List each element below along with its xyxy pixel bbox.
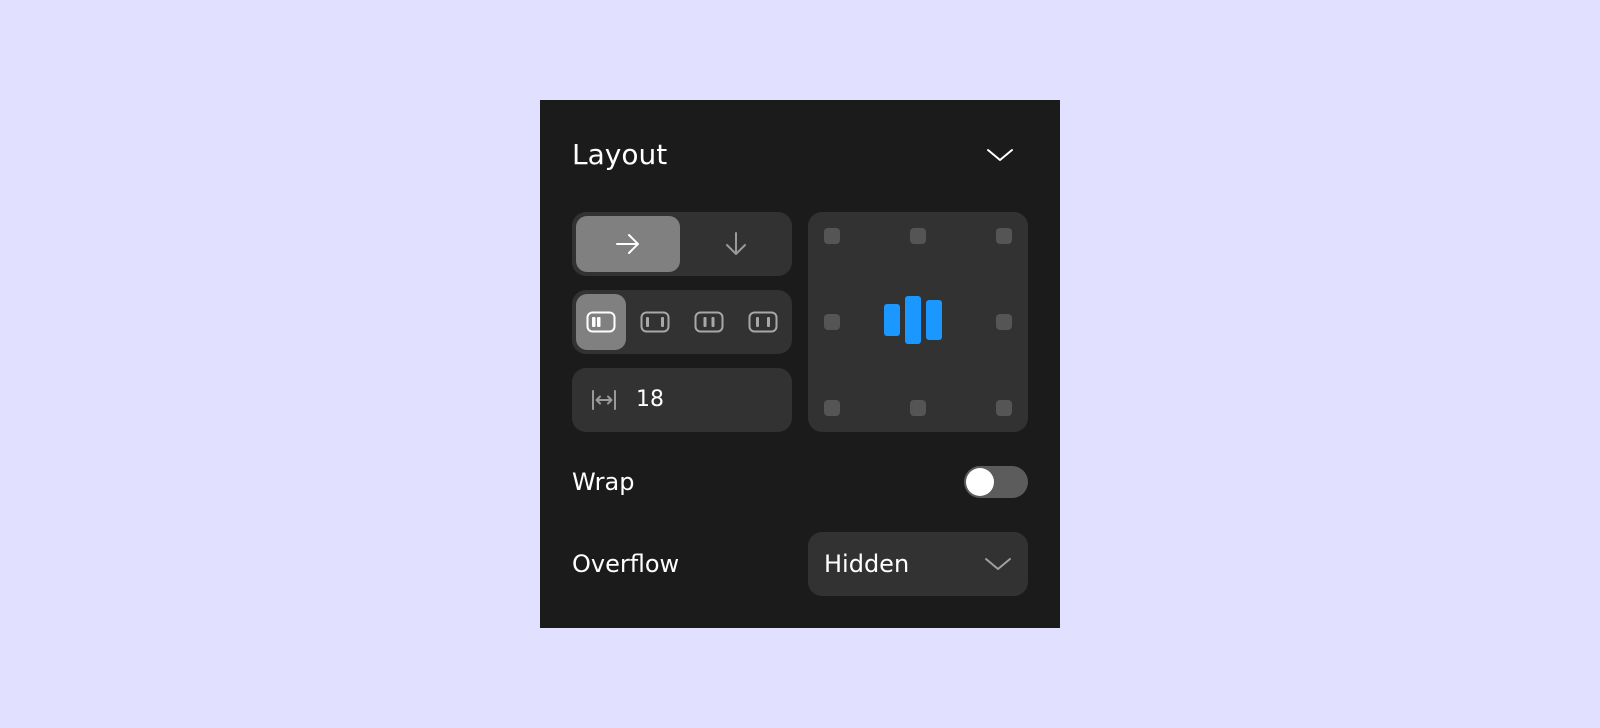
panel-title: Layout xyxy=(572,138,668,171)
align-middle-left[interactable] xyxy=(824,314,840,330)
justify-start-button[interactable] xyxy=(576,294,626,350)
justify-center-icon xyxy=(640,311,670,333)
align-middle-right[interactable] xyxy=(996,314,1012,330)
align-top-center[interactable] xyxy=(910,228,926,244)
justify-start-icon xyxy=(586,311,616,333)
justify-space-between-button[interactable] xyxy=(684,294,734,350)
collapse-button[interactable] xyxy=(984,140,1016,170)
align-bottom-center[interactable] xyxy=(910,400,926,416)
direction-horizontal-button[interactable] xyxy=(576,216,680,272)
direction-segmented-control xyxy=(572,212,792,276)
align-top-left[interactable] xyxy=(824,228,840,244)
arrow-down-icon xyxy=(726,232,746,255)
align-preview-bar xyxy=(905,296,921,344)
toggle-knob xyxy=(966,468,994,496)
gap-input[interactable]: 18 xyxy=(572,368,792,432)
align-preview-bar xyxy=(884,304,900,336)
overflow-value: Hidden xyxy=(824,550,910,578)
chevron-down-icon xyxy=(987,149,1013,161)
overflow-label: Overflow xyxy=(572,550,680,578)
direction-vertical-button[interactable] xyxy=(684,216,788,272)
alignment-grid xyxy=(808,212,1028,432)
justify-center-button[interactable] xyxy=(630,294,680,350)
gap-value[interactable]: 18 xyxy=(636,387,664,413)
wrap-toggle[interactable] xyxy=(964,466,1028,498)
justify-space-around-icon xyxy=(748,311,778,333)
chevron-down-icon xyxy=(982,550,1014,578)
align-bottom-right[interactable] xyxy=(996,400,1012,416)
align-top-right[interactable] xyxy=(996,228,1012,244)
wrap-label: Wrap xyxy=(572,468,635,496)
overflow-select[interactable]: Hidden xyxy=(808,532,1028,596)
justify-segmented-control xyxy=(572,290,792,354)
align-center-bars-icon[interactable] xyxy=(884,296,942,348)
align-preview-bar xyxy=(926,300,942,340)
justify-space-around-button[interactable] xyxy=(738,294,788,350)
align-bottom-left[interactable] xyxy=(824,400,840,416)
justify-space-between-icon xyxy=(694,311,724,333)
layout-panel: Layout 18 Wrap Overflow Hidden xyxy=(540,100,1060,628)
horizontal-gap-icon xyxy=(590,386,618,414)
arrow-right-icon xyxy=(616,234,639,254)
